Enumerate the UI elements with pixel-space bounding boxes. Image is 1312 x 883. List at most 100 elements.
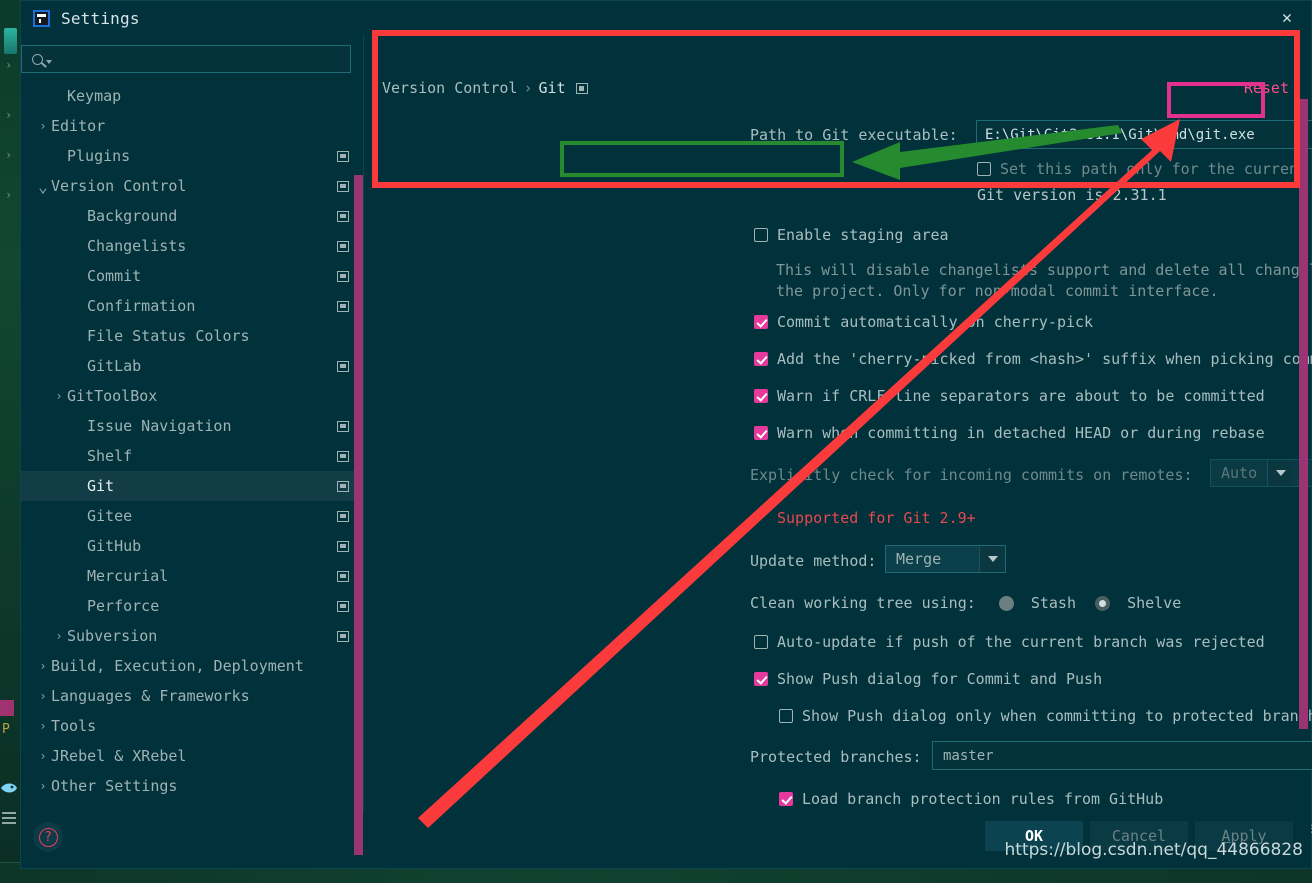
main-panel-scrollbar-thumb[interactable]	[1299, 99, 1308, 729]
sidebar-item-other-settings[interactable]: ›Other Settings	[21, 771, 363, 801]
sidebar-item-perforce[interactable]: Perforce	[21, 591, 363, 621]
sidebar-item-mercurial[interactable]: Mercurial	[21, 561, 363, 591]
sidebar-item-issue-navigation[interactable]: Issue Navigation	[21, 411, 363, 441]
warn-crlf-checkbox[interactable]	[754, 389, 768, 403]
background-chevron-icon: ›	[5, 108, 12, 122]
sidebar-item-file-status-colors[interactable]: File Status Colors	[21, 321, 363, 351]
sidebar-item-confirmation[interactable]: Confirmation	[21, 291, 363, 321]
warn-crlf-row[interactable]: Warn if CRLF line separators are about t…	[754, 387, 1265, 405]
sidebar-item-label: File Status Colors	[87, 327, 250, 345]
enable-staging-checkbox[interactable]	[754, 228, 768, 242]
dialog-title-bar: Settings ✕	[21, 1, 1311, 35]
chevron-right-icon[interactable]: ›	[35, 659, 51, 673]
chevron-right-icon[interactable]: ›	[51, 389, 67, 403]
shelve-radio[interactable]	[1095, 596, 1110, 611]
sidebar-item-label: Build, Execution, Deployment	[51, 657, 304, 675]
search-box[interactable]	[21, 45, 351, 73]
shelve-label[interactable]: Shelve	[1127, 594, 1181, 612]
show-push-protected-row[interactable]: Show Push dialog only when committing to…	[779, 707, 1312, 725]
load-rules-row[interactable]: Load branch protection rules from GitHub	[779, 790, 1163, 808]
sidebar-scrollbar-thumb[interactable]	[354, 175, 363, 855]
update-method-dropdown[interactable]: Merge	[885, 545, 1006, 573]
auto-update-row[interactable]: Auto-update if push of the current branc…	[754, 633, 1265, 651]
git-executable-path-field[interactable]: E:\Git\Git2.31.1\Git\cmd\git.exe	[976, 120, 1312, 149]
chevron-right-icon[interactable]: ›	[35, 719, 51, 733]
ide-logo-icon	[4, 28, 17, 54]
modified-settings-icon	[337, 541, 349, 552]
sidebar-item-plugins[interactable]: Plugins	[21, 141, 363, 171]
background-menu-icon	[2, 812, 16, 824]
sidebar-item-build-execution-deployment[interactable]: ›Build, Execution, Deployment	[21, 651, 363, 681]
update-method-label: Update method:	[750, 552, 876, 570]
sidebar-item-git[interactable]: Git	[21, 471, 363, 501]
set-path-only-row[interactable]: Set this path only for the current proje…	[977, 160, 1312, 178]
sidebar-item-label: GitToolBox	[67, 387, 157, 405]
sidebar-item-gitee[interactable]: Gitee	[21, 501, 363, 531]
sidebar-item-tools[interactable]: ›Tools	[21, 711, 363, 741]
enable-staging-row[interactable]: Enable staging area	[754, 226, 949, 244]
sidebar-item-version-control[interactable]: ⌄Version Control	[21, 171, 363, 201]
watermark-text: https://blog.csdn.net/qq_44866828	[1005, 840, 1303, 860]
cherry-pick-auto-row[interactable]: Commit automatically on cherry-pick	[754, 313, 1093, 331]
sidebar-item-changelists[interactable]: Changelists	[21, 231, 363, 261]
sidebar-item-github[interactable]: GitHub	[21, 531, 363, 561]
breadcrumb-separator: ›	[523, 79, 532, 97]
stash-radio[interactable]	[999, 596, 1014, 611]
cherry-pick-auto-checkbox[interactable]	[754, 315, 768, 329]
settings-tree[interactable]: Keymap›EditorPlugins⌄Version ControlBack…	[21, 81, 363, 812]
sidebar-item-shelf[interactable]: Shelf	[21, 441, 363, 471]
sidebar-item-subversion[interactable]: ›Subversion	[21, 621, 363, 651]
sidebar-item-gittoolbox[interactable]: ›GitToolBox	[21, 381, 363, 411]
sidebar-item-background[interactable]: Background	[21, 201, 363, 231]
sidebar-item-editor[interactable]: ›Editor	[21, 111, 363, 141]
modified-settings-icon	[337, 631, 349, 642]
load-rules-checkbox[interactable]	[779, 792, 793, 806]
search-input[interactable]	[58, 51, 318, 67]
settings-main-panel: Version Control › Git Reset Path to Git …	[363, 35, 1311, 812]
sidebar-item-jrebel-xrebel[interactable]: ›JRebel & XRebel	[21, 741, 363, 771]
sidebar-item-gitlab[interactable]: GitLab	[21, 351, 363, 381]
path-to-git-label: Path to Git executable:	[750, 126, 958, 144]
chevron-down-icon[interactable]	[979, 546, 1005, 572]
chevron-down-icon[interactable]	[1267, 460, 1293, 486]
help-question-icon[interactable]: ?	[33, 822, 63, 852]
stash-label[interactable]: Stash	[1031, 594, 1076, 612]
sidebar-item-label: Editor	[51, 117, 105, 135]
cherry-pick-suffix-checkbox[interactable]	[754, 352, 768, 366]
chevron-right-icon[interactable]: ›	[51, 629, 67, 643]
chevron-right-icon[interactable]: ›	[35, 749, 51, 763]
reset-link[interactable]: Reset	[1244, 79, 1289, 97]
modified-settings-icon	[337, 451, 349, 462]
auto-update-checkbox[interactable]	[754, 635, 768, 649]
sidebar-item-label: Other Settings	[51, 777, 177, 795]
sidebar-item-label: Confirmation	[87, 297, 195, 315]
warn-detached-checkbox[interactable]	[754, 426, 768, 440]
show-push-protected-checkbox[interactable]	[779, 709, 793, 723]
background-fish-icon	[0, 780, 18, 796]
show-push-row[interactable]: Show Push dialog for Commit and Push	[754, 670, 1102, 688]
background-chevron-icon: ›	[5, 188, 12, 202]
close-icon[interactable]: ✕	[1275, 7, 1299, 29]
show-push-label: Show Push dialog for Commit and Push	[777, 670, 1102, 688]
chevron-right-icon[interactable]: ›	[35, 119, 51, 133]
chevron-right-icon[interactable]: ›	[35, 779, 51, 793]
sidebar-item-label: JRebel & XRebel	[51, 747, 186, 765]
protected-branches-field[interactable]: master ⟷	[932, 741, 1312, 770]
supported-note: Supported for Git 2.9+	[777, 509, 976, 527]
background-chevron-icon: ›	[5, 58, 12, 72]
set-path-only-checkbox[interactable]	[977, 162, 991, 176]
modified-settings-icon	[337, 271, 349, 282]
warn-detached-row[interactable]: Warn when committing in detached HEAD or…	[754, 424, 1265, 442]
chevron-down-icon[interactable]: ⌄	[35, 177, 51, 196]
sidebar-item-commit[interactable]: Commit	[21, 261, 363, 291]
sidebar-item-languages-frameworks[interactable]: ›Languages & Frameworks	[21, 681, 363, 711]
breadcrumb-root[interactable]: Version Control	[382, 79, 517, 97]
protected-branches-value: master	[943, 748, 1312, 764]
sidebar-item-keymap[interactable]: Keymap	[21, 81, 363, 111]
chevron-right-icon[interactable]: ›	[35, 689, 51, 703]
show-push-checkbox[interactable]	[754, 672, 768, 686]
incoming-commits-dropdown[interactable]: Auto	[1210, 459, 1312, 487]
cherry-pick-suffix-row[interactable]: Add the 'cherry-picked from <hash>' suff…	[754, 350, 1312, 368]
set-path-only-label: Set this path only for the current proje…	[1000, 160, 1312, 178]
auto-update-label: Auto-update if push of the current branc…	[777, 633, 1265, 651]
